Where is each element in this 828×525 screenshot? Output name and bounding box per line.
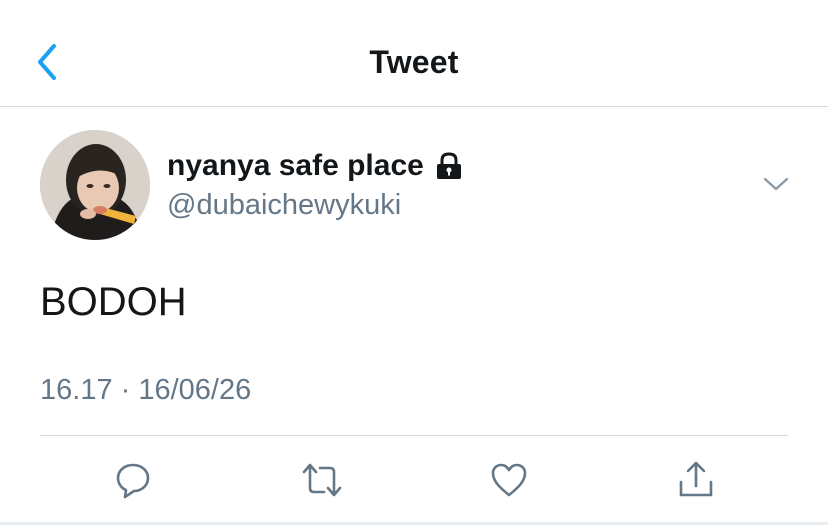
page-title: Tweet (369, 44, 459, 80)
display-name[interactable]: nyanya safe place (167, 149, 464, 183)
retweet-button[interactable] (300, 458, 344, 502)
top-bar: Tweet (0, 0, 828, 107)
user-handle[interactable]: @dubaichewykuki (167, 189, 401, 222)
reply-button[interactable] (111, 458, 155, 502)
chevron-down-icon (763, 177, 789, 191)
display-name-text: nyanya safe place (167, 149, 424, 182)
retweet-icon (302, 463, 342, 497)
reply-icon (116, 463, 150, 499)
lock-icon (434, 151, 464, 181)
tweet-timestamp: 16.17 · 16/06/26 (40, 374, 252, 406)
avatar[interactable] (40, 130, 150, 240)
share-icon (679, 461, 713, 497)
tweet-text: BODOH (40, 280, 187, 324)
share-button[interactable] (674, 458, 718, 502)
divider (40, 435, 788, 436)
like-button[interactable] (487, 458, 531, 502)
heart-icon (491, 463, 527, 497)
tweet-menu-button[interactable] (762, 174, 790, 194)
